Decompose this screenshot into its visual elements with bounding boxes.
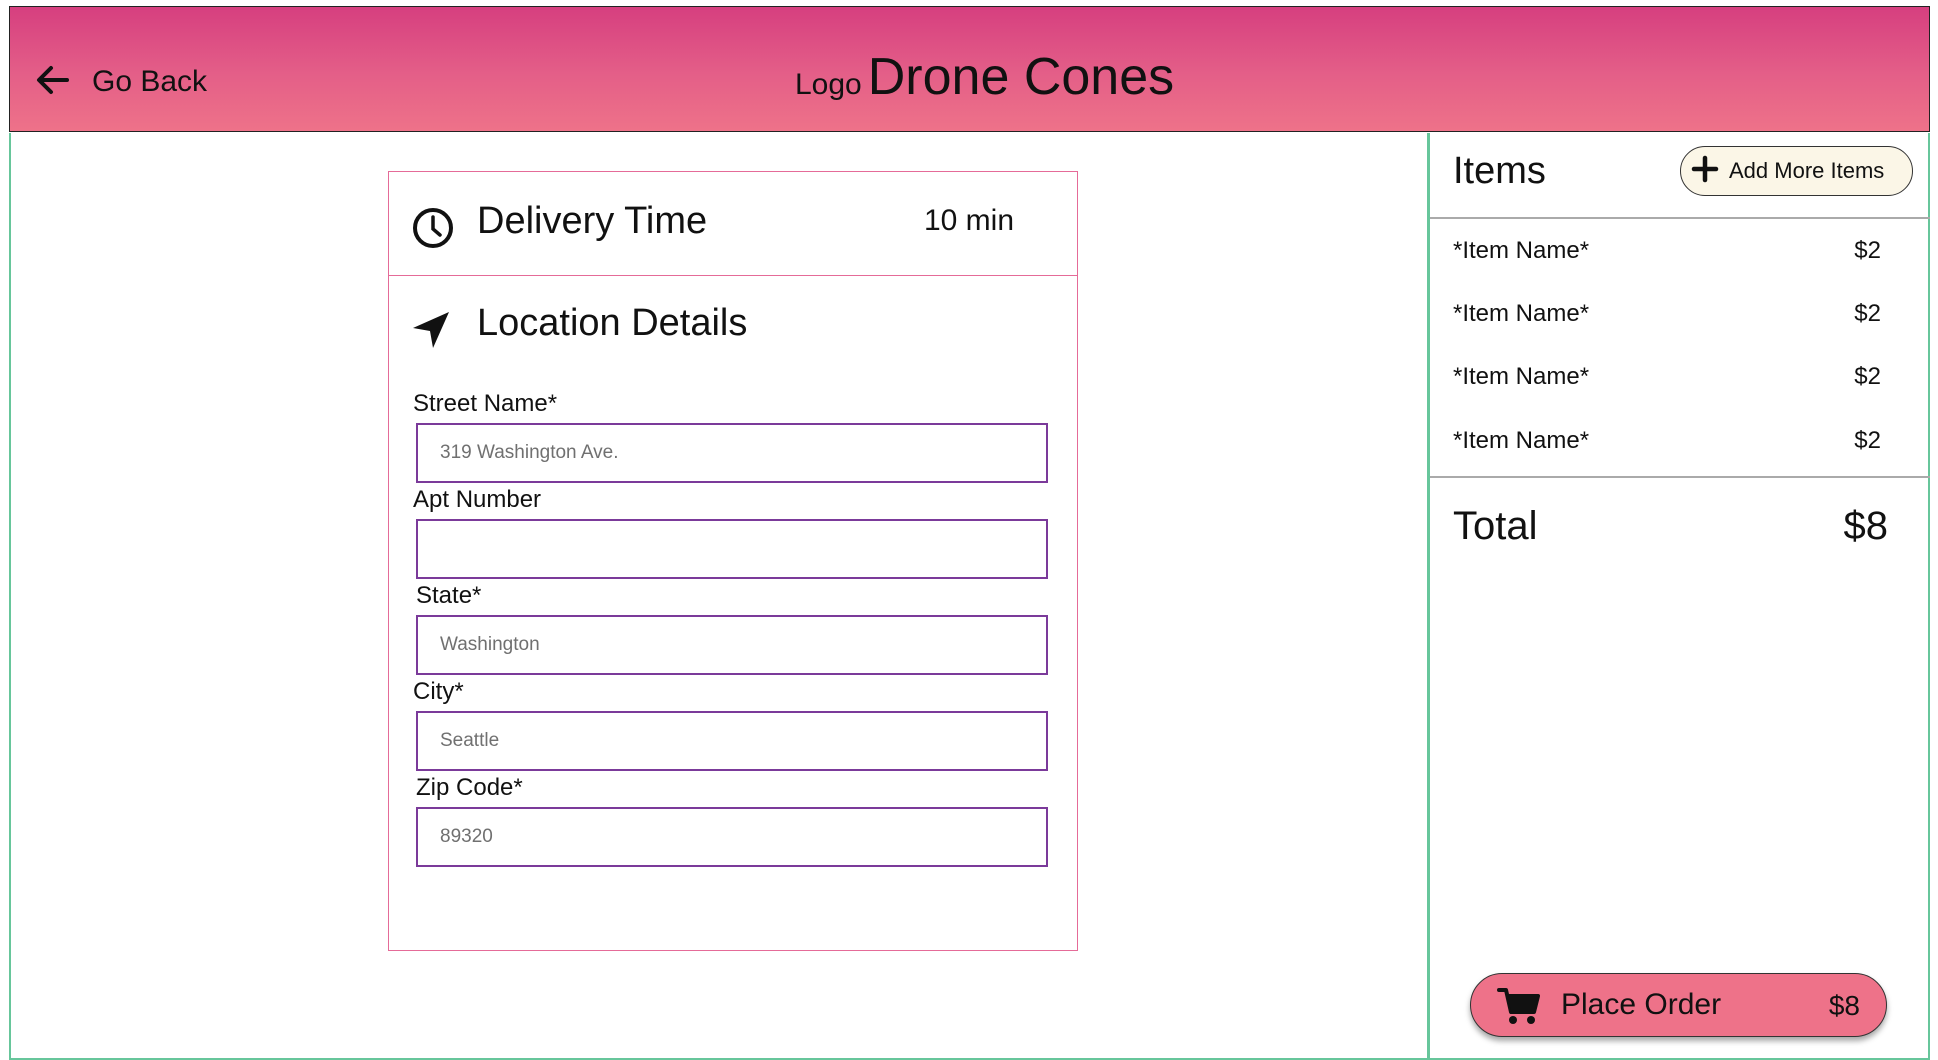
- sidebar-divider: [1427, 133, 1430, 1060]
- add-more-items-button[interactable]: Add More Items: [1680, 146, 1913, 196]
- zip-code-input[interactable]: [416, 807, 1048, 867]
- go-back-label: Go Back: [92, 65, 208, 98]
- total-value: $8: [1843, 504, 1889, 548]
- go-back-button[interactable]: Go Back: [36, 57, 207, 107]
- location-details-title: Location Details: [477, 302, 748, 344]
- cart-item-price: $2: [1854, 363, 1881, 390]
- cart-item-name: *Item Name*: [1453, 300, 1590, 327]
- cart-item-row: *Item Name* $2: [1453, 363, 1881, 391]
- city-label: City*: [413, 678, 464, 705]
- city-input[interactable]: [416, 711, 1048, 771]
- clock-icon: [411, 206, 455, 255]
- place-order-button[interactable]: Place Order $8: [1470, 973, 1887, 1037]
- place-order-label: Place Order: [1561, 988, 1722, 1021]
- app-title: Drone Cones: [867, 48, 1175, 106]
- street-name-input[interactable]: [416, 423, 1048, 483]
- delivery-time-row: Delivery Time 10 min: [389, 172, 1077, 276]
- cart-item-price: $2: [1854, 427, 1881, 454]
- cart-item-name: *Item Name*: [1453, 363, 1590, 390]
- items-title: Items: [1453, 150, 1546, 192]
- place-order-price: $8: [1828, 990, 1860, 1021]
- zip-code-label: Zip Code*: [416, 774, 523, 801]
- items-divider-top: [1430, 217, 1930, 219]
- items-divider-bottom: [1430, 476, 1930, 478]
- cart-item-row: *Item Name* $2: [1453, 300, 1881, 328]
- state-label: State*: [416, 582, 482, 609]
- delivery-time-value: 10 min: [923, 204, 1014, 237]
- apt-number-label: Apt Number: [413, 486, 542, 513]
- brand: Logo Drone Cones: [795, 47, 1174, 107]
- total-label: Total: [1453, 504, 1538, 548]
- apt-number-input[interactable]: [416, 519, 1048, 579]
- street-name-label: Street Name*: [413, 390, 558, 417]
- cart-item-row: *Item Name* $2: [1453, 237, 1881, 265]
- plus-icon: [1691, 155, 1719, 188]
- cart-item-name: *Item Name*: [1453, 427, 1590, 454]
- cart-icon: [1497, 986, 1541, 1031]
- cart-item-row: *Item Name* $2: [1453, 427, 1881, 455]
- state-input[interactable]: [416, 615, 1048, 675]
- cart-item-price: $2: [1854, 237, 1881, 264]
- delivery-form-card: Delivery Time 10 min Location Details St…: [388, 171, 1078, 951]
- arrow-left-icon: [36, 65, 70, 100]
- logo-placeholder: Logo: [795, 68, 862, 101]
- navigation-arrow-icon: [411, 310, 451, 355]
- cart-item-name: *Item Name*: [1453, 237, 1590, 264]
- cart-item-price: $2: [1854, 300, 1881, 327]
- delivery-time-title: Delivery Time: [477, 200, 708, 242]
- add-more-items-label: Add More Items: [1729, 158, 1885, 183]
- app-header: Go Back Logo Drone Cones: [9, 6, 1930, 132]
- total-row: Total $8: [1453, 504, 1888, 549]
